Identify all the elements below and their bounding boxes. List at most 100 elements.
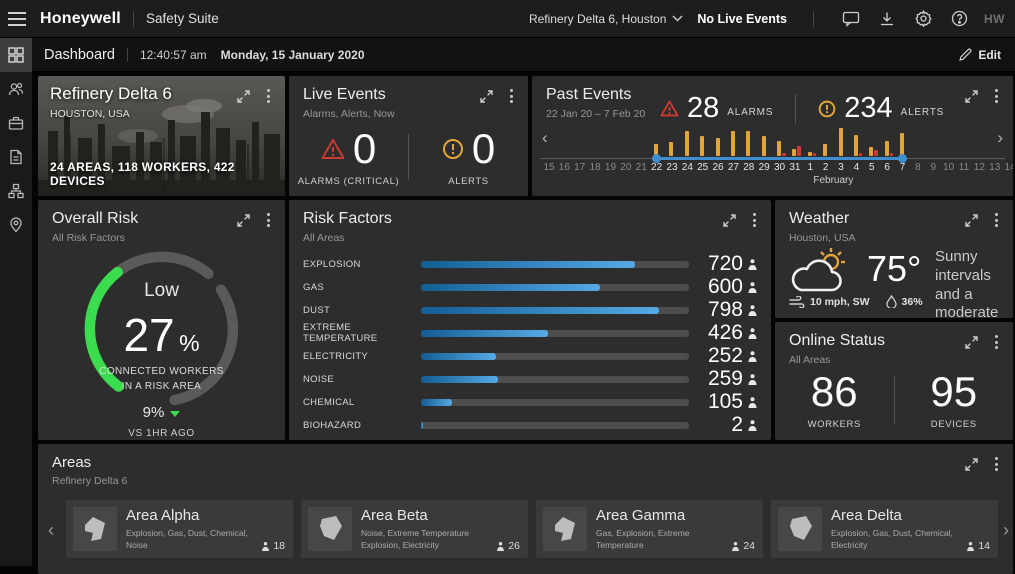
briefcase-icon — [8, 115, 24, 131]
area-count-value: 26 — [508, 540, 520, 552]
risk-factor-bar-track — [421, 399, 689, 406]
wind-icon — [789, 296, 805, 308]
kebab-menu-icon[interactable] — [264, 88, 273, 104]
risk-factor-row: GAS600 — [303, 277, 757, 297]
live-events-card: Live Events Alarms, Alerts, Now 0 ALARMS… — [289, 76, 528, 196]
edit-label: Edit — [978, 48, 1001, 62]
expand-icon[interactable] — [237, 90, 250, 103]
person-icon — [743, 259, 757, 270]
alert-bar — [685, 131, 689, 156]
expand-icon[interactable] — [480, 90, 493, 103]
kebab-menu-icon[interactable] — [992, 334, 1001, 350]
risk-factor-value: 798 — [697, 298, 743, 322]
report-document-icon — [8, 149, 24, 165]
alert-bar — [669, 142, 673, 156]
user-avatar[interactable]: HW — [984, 12, 1005, 26]
site-card-subtitle: HOUSTON, USA — [50, 108, 130, 120]
sidebar-item-locations[interactable] — [0, 208, 32, 242]
areas-next-icon[interactable]: › — [1003, 520, 1009, 541]
area-tile[interactable]: Area BetaNoise, Extreme Temperature Expl… — [301, 500, 528, 558]
workers-value: 86 — [811, 371, 858, 413]
timeline-date-tick: 9 — [930, 162, 936, 173]
areas-prev-icon[interactable]: ‹ — [48, 520, 54, 541]
timeline-range-handle[interactable] — [652, 154, 661, 163]
sidebar-item-hierarchy[interactable] — [0, 174, 32, 208]
alert-bar — [869, 147, 873, 156]
alert-bar — [808, 152, 812, 156]
top-app-bar: Honeywell Safety Suite Refinery Delta 6,… — [0, 0, 1015, 38]
wind-value: 10 mph, SW — [810, 296, 870, 308]
card-title: Weather — [789, 210, 953, 228]
timeline-date-tick: 22 — [651, 162, 662, 173]
alarms-value: 0 — [353, 128, 376, 170]
hamburger-menu-icon[interactable] — [0, 8, 34, 30]
person-icon — [967, 541, 975, 550]
area-tile[interactable]: Area DeltaExplosion, Gas, Dust, Chemical… — [771, 500, 998, 558]
expand-icon[interactable] — [723, 214, 736, 227]
kebab-menu-icon[interactable] — [992, 456, 1001, 472]
workers-stat: 86 WORKERS — [775, 370, 894, 430]
cloud-sun-icon — [787, 246, 855, 296]
settings-gear-icon[interactable] — [912, 8, 934, 30]
brand-logo: Honeywell — [40, 10, 121, 28]
devices-value: 95 — [930, 371, 977, 413]
kebab-menu-icon[interactable] — [507, 88, 516, 104]
sidebar-item-workers[interactable] — [0, 72, 32, 106]
risk-unit: % — [179, 330, 199, 356]
risk-factor-bar — [421, 422, 423, 429]
kebab-menu-icon[interactable] — [264, 212, 273, 228]
timeline-date-tick: 18 — [590, 162, 601, 173]
edit-dashboard-button[interactable]: Edit — [959, 48, 1001, 62]
person-icon — [743, 328, 757, 339]
risk-factor-bar — [421, 307, 659, 314]
area-risks: Noise, Extreme Temperature Explosion, El… — [361, 528, 484, 552]
timeline-date-tick: 24 — [682, 162, 693, 173]
sidebar-item-reports[interactable] — [0, 140, 32, 174]
online-status-card: Online Status All Areas 86 WORKERS 95 DE… — [775, 322, 1013, 440]
timeline-date-tick: 26 — [713, 162, 724, 173]
expand-icon[interactable] — [965, 214, 978, 227]
area-tile[interactable]: Area AlphaExplosion, Gas, Dust, Chemical… — [66, 500, 293, 558]
sidebar-item-assets[interactable] — [0, 106, 32, 140]
alert-bar — [731, 131, 735, 156]
timeline-date-tick: 29 — [759, 162, 770, 173]
expand-icon[interactable] — [237, 214, 250, 227]
sidebar-item-dashboard[interactable] — [0, 38, 32, 72]
alert-bar — [762, 136, 766, 156]
alarm-bar — [797, 146, 801, 156]
download-icon[interactable] — [876, 8, 898, 30]
timeline-prev-icon[interactable]: ‹ — [542, 128, 548, 148]
timeline-date-tick: 10 — [943, 162, 954, 173]
alert-bar — [777, 141, 781, 156]
timeline-date-tick: 3 — [838, 162, 844, 173]
alerts-stat: 0 ALERTS — [409, 128, 528, 186]
site-selector[interactable]: Refinery Delta 6, Houston — [529, 12, 683, 26]
area-name: Area Alpha — [126, 507, 199, 524]
expand-icon[interactable] — [965, 458, 978, 471]
area-worker-count: 24 — [731, 540, 755, 552]
card-title: Online Status — [789, 332, 953, 350]
timeline-date-tick: 11 — [959, 162, 969, 173]
timeline-next-icon[interactable]: › — [997, 128, 1003, 148]
kebab-menu-icon[interactable] — [992, 212, 1001, 228]
page-header: Dashboard 12:40:57 am Monday, 15 January… — [32, 38, 1015, 72]
alert-bar — [792, 149, 796, 156]
alarm-bar — [859, 153, 863, 156]
chat-icon[interactable] — [840, 8, 862, 30]
area-tile[interactable]: Area GammaGas, Explosion, Extreme Temper… — [536, 500, 763, 558]
help-icon[interactable] — [948, 8, 970, 30]
risk-factor-label: EXTREME TEMPERATURE — [303, 322, 421, 344]
expand-icon[interactable] — [965, 336, 978, 349]
past-events-timeline-chart: ‹ › 151617181920212223242526272829303112… — [532, 76, 1013, 196]
kebab-menu-icon[interactable] — [750, 212, 759, 228]
risk-factor-value: 105 — [697, 390, 743, 414]
alarm-bar — [782, 153, 786, 156]
risk-gauge: Low 27 % CONNECTED WORKERS IN A RISK ARE… — [38, 236, 285, 440]
humidity-drop-icon — [886, 295, 897, 308]
risk-factor-bar — [421, 284, 600, 291]
timeline-range-handle[interactable] — [898, 154, 907, 163]
divider — [133, 11, 134, 27]
risk-factors-card: Risk Factors All Areas EXPLOSION720GAS60… — [289, 200, 771, 440]
timeline-range-slider[interactable] — [657, 157, 903, 160]
person-icon — [743, 397, 757, 408]
